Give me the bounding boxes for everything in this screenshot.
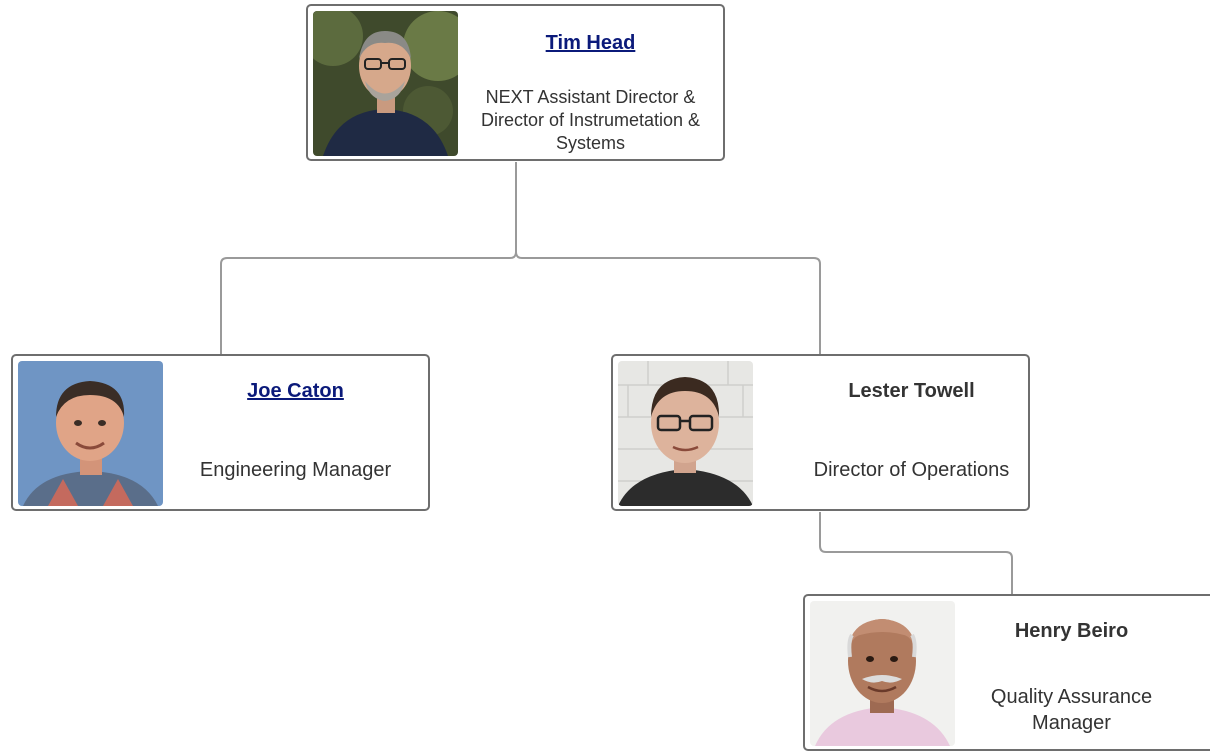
- tim-head-title: NEXT Assistant Director & Director of In…: [480, 87, 701, 153]
- org-card-lester-towell: Lester Towell Director of Operations: [611, 354, 1030, 511]
- org-card-joe-caton: Joe Caton Engineering Manager: [11, 354, 430, 511]
- tim-head-photo: [313, 11, 458, 156]
- joe-caton-title: Engineering Manager: [199, 459, 392, 481]
- lester-towell-name: Lester Towell: [848, 380, 975, 402]
- org-card-tim-head: Tim Head NEXT Assistant Director & Direc…: [306, 4, 725, 161]
- connector-tim-lester: [515, 251, 821, 354]
- lester-towell-title: Director of Operations: [813, 459, 1010, 481]
- connector-lester-henry: [819, 512, 1013, 594]
- henry-beiro-name: Henry Beiro: [1014, 620, 1129, 642]
- connector-tim-joe: [220, 162, 517, 354]
- joe-caton-photo: [18, 361, 163, 506]
- lester-towell-photo: [618, 361, 753, 506]
- org-card-henry-beiro: Henry Beiro Quality Assurance Manager: [803, 594, 1210, 751]
- tim-head-name[interactable]: Tim Head: [458, 32, 723, 55]
- henry-beiro-photo: [810, 601, 955, 746]
- joe-caton-name[interactable]: Joe Caton: [163, 380, 428, 403]
- henry-beiro-title: Quality Assurance Manager: [990, 686, 1153, 734]
